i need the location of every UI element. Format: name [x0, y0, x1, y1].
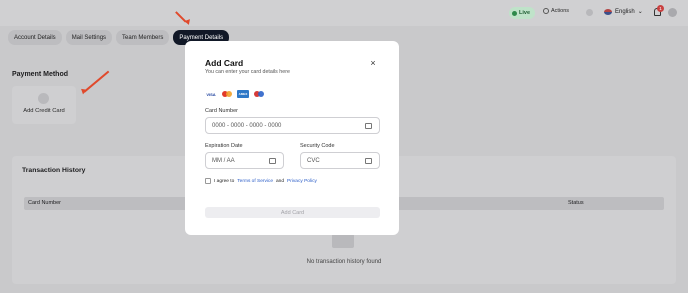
- tab-team-members[interactable]: Team Members: [116, 30, 170, 45]
- live-label: Live: [519, 10, 531, 16]
- top-bar: Live Actions English ⌄ 1: [0, 0, 688, 26]
- card-icon: [365, 123, 372, 129]
- add-card-modal: Add Card You can enter your card details…: [185, 41, 399, 235]
- empty-box-icon: [332, 234, 354, 248]
- live-badge[interactable]: Live: [509, 7, 535, 19]
- transaction-history-title: Transaction History: [22, 167, 86, 174]
- payment-method-title: Payment Method: [12, 71, 69, 78]
- avatar[interactable]: [668, 8, 677, 17]
- close-icon[interactable]: ×: [369, 59, 377, 68]
- live-dot-icon: [512, 10, 517, 16]
- privacy-policy-link[interactable]: Privacy Policy: [287, 179, 317, 184]
- mastercard-icon: [221, 90, 233, 98]
- maestro-icon: [253, 90, 265, 98]
- column-card-number: Card Number: [28, 200, 62, 206]
- card-number-placeholder: 0000 - 0000 - 0000 - 0000: [212, 122, 282, 129]
- cvc-card-icon: [365, 158, 372, 164]
- tab-account-details[interactable]: Account Details: [8, 30, 62, 45]
- theme-toggle-icon[interactable]: [586, 9, 593, 16]
- amex-icon: AMEX: [237, 90, 249, 98]
- card-number-input[interactable]: 0000 - 0000 - 0000 - 0000: [205, 117, 380, 134]
- plus-icon: [38, 93, 49, 104]
- actions-label: Actions: [551, 8, 570, 14]
- visa-icon: VISA: [205, 90, 217, 98]
- notification-badge: 1: [657, 5, 664, 12]
- flag-icon: [604, 8, 612, 15]
- column-status: Status: [568, 200, 584, 206]
- terms-agreement: I agree to Terms of Service and Privacy …: [205, 178, 317, 184]
- modal-title: Add Card: [205, 58, 244, 68]
- actions-icon: [543, 8, 549, 14]
- modal-subtitle: You can enter your card details here: [205, 69, 290, 75]
- security-code-placeholder: CVC: [307, 157, 320, 164]
- empty-state-text: No transaction history found: [306, 259, 382, 265]
- card-number-label: Card Number: [205, 108, 239, 114]
- add-credit-card-button[interactable]: Add Credit Card: [12, 86, 76, 124]
- terms-of-service-link[interactable]: Terms of Service: [237, 179, 273, 184]
- annotation-arrow-card: [83, 70, 109, 93]
- actions-button[interactable]: Actions: [543, 8, 569, 14]
- agree-checkbox[interactable]: [205, 178, 211, 184]
- language-label: English: [615, 8, 635, 15]
- security-code-label: Security Code: [300, 143, 335, 149]
- card-brands: VISA AMEX: [205, 90, 265, 98]
- security-code-input[interactable]: CVC: [300, 152, 380, 169]
- add-credit-card-label: Add Credit Card: [23, 108, 65, 114]
- expiration-date-input[interactable]: MM / AA: [205, 152, 284, 169]
- calendar-icon: [269, 158, 276, 164]
- agree-and: and: [276, 178, 285, 184]
- language-selector[interactable]: English ⌄: [604, 8, 643, 15]
- expiration-placeholder: MM / AA: [212, 157, 235, 164]
- add-card-submit-button[interactable]: Add Card: [205, 207, 380, 218]
- expiration-date-label: Expiration Date: [205, 143, 243, 149]
- tab-mail-settings[interactable]: Mail Settings: [65, 30, 113, 45]
- chevron-down-icon: ⌄: [637, 9, 643, 15]
- agree-prefix: I agree to: [214, 178, 235, 184]
